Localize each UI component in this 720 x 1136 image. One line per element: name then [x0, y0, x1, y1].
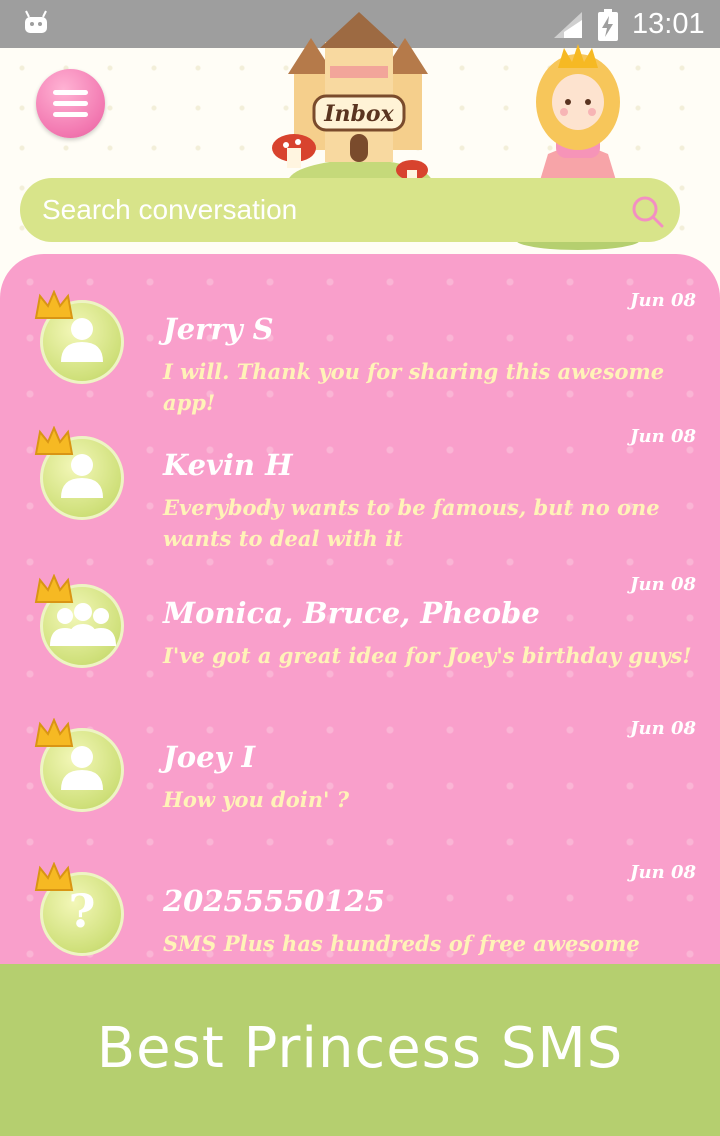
- menu-line-icon: [53, 101, 88, 106]
- question-icon: ?: [68, 884, 96, 938]
- banner-title: Best Princess SMS: [96, 1016, 624, 1081]
- signal-icon: [554, 12, 582, 38]
- contact-name: 20255550125: [163, 884, 385, 918]
- message-preview: How you doin' ?: [163, 787, 350, 812]
- contact-avatar: [34, 290, 134, 390]
- conversation-list: Jun 08 Jerry S I will. Thank you for sha…: [0, 254, 720, 974]
- contact-avatar: [34, 574, 134, 674]
- castle-inbox-illustration: Inbox: [272, 12, 432, 204]
- search-input[interactable]: [42, 192, 512, 228]
- menu-button[interactable]: [36, 69, 105, 138]
- android-icon: [25, 10, 47, 33]
- search-bar[interactable]: [20, 178, 680, 242]
- menu-line-icon: [53, 112, 88, 117]
- menu-line-icon: [53, 90, 88, 95]
- message-preview: Everybody wants to be famous, but no one…: [163, 495, 660, 551]
- group-icon: [50, 603, 116, 646]
- promo-banner: Best Princess SMS: [0, 964, 720, 1136]
- status-clock: 13:01: [632, 8, 705, 40]
- conversation-row[interactable]: Jun 08 Joey I How you doin' ?: [0, 718, 720, 862]
- conversation-row[interactable]: Jun 08 Jerry S I will. Thank you for sha…: [0, 290, 720, 434]
- contact-name: Kevin H: [163, 448, 293, 482]
- conversation-date: Jun 08: [629, 862, 696, 883]
- contact-avatar: ?: [34, 862, 134, 962]
- conversation-row[interactable]: ? Jun 08 20255550125 SMS Plus has hundre…: [0, 862, 720, 974]
- conversation-date: Jun 08: [629, 426, 696, 447]
- contact-avatar: [34, 426, 134, 526]
- conversation-date: Jun 08: [629, 290, 696, 311]
- person-icon: [61, 318, 103, 362]
- message-preview: I will. Thank you for sharing this aweso…: [163, 359, 665, 415]
- conversation-date: Jun 08: [629, 718, 696, 739]
- conversation-row[interactable]: Jun 08 Monica, Bruce, Pheobe I've got a …: [0, 574, 720, 718]
- person-icon: [61, 454, 103, 498]
- battery-charging-icon: [598, 9, 618, 41]
- conversation-date: Jun 08: [629, 574, 696, 595]
- castle-label: Inbox: [323, 101, 394, 127]
- contact-name: Joey I: [163, 740, 256, 774]
- search-icon[interactable]: [630, 194, 664, 228]
- message-preview: I've got a great idea for Joey's birthda…: [163, 643, 692, 668]
- contact-avatar: [34, 718, 134, 818]
- contact-name: Monica, Bruce, Pheobe: [163, 596, 540, 630]
- contact-name: Jerry S: [163, 312, 274, 346]
- conversation-row[interactable]: Jun 08 Kevin H Everybody wants to be fam…: [0, 426, 720, 570]
- person-icon: [61, 746, 103, 790]
